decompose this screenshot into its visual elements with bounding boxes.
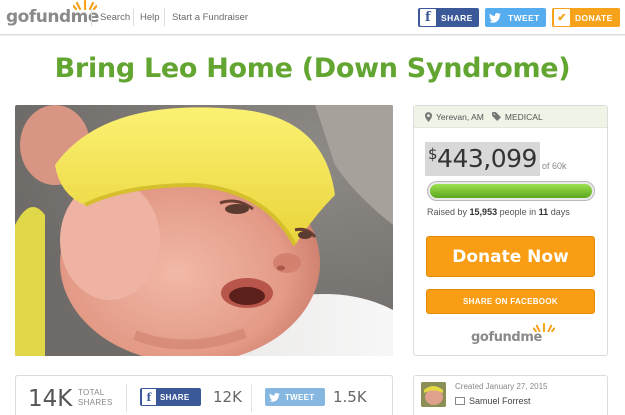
mail-icon xyxy=(455,397,465,405)
tweet-count: 1.5K xyxy=(333,388,367,406)
amount-row: $443,099 of 60k xyxy=(425,142,566,176)
logo-fund: fund xyxy=(28,7,71,27)
checkmark-icon: ✔ xyxy=(554,9,570,26)
amount-raised-value: 443,099 xyxy=(437,144,537,173)
campaign-title: Bring Leo Home (Down Syndrome) xyxy=(54,53,571,84)
tweet-button[interactable]: TWEET xyxy=(265,388,325,406)
people-label: people in xyxy=(499,207,537,217)
shares-divider xyxy=(251,384,252,412)
logo-me-text: me xyxy=(70,7,100,27)
facebook-share-count: 12K xyxy=(213,388,242,406)
panel-gofundme-logo: gofundme xyxy=(471,323,555,345)
campaign-category[interactable]: MEDICAL xyxy=(505,112,543,122)
panel-logo-me: me xyxy=(520,330,542,345)
location-pin-icon xyxy=(425,111,432,122)
twitter-icon xyxy=(267,389,281,405)
nav-search[interactable]: Search xyxy=(100,12,130,23)
progress-bar-fill xyxy=(430,184,592,198)
creator-name: Samuel Forrest xyxy=(469,396,531,406)
days-label: days xyxy=(550,207,570,217)
creator-info: Created January 27, 2015 Samuel Forrest xyxy=(413,375,608,415)
nav-help[interactable]: Help xyxy=(140,12,160,23)
creator-contact[interactable]: Samuel Forrest xyxy=(455,396,531,406)
total-shares-label: TOTAL SHARES xyxy=(78,388,113,408)
header-tweet-button[interactable]: TWEET xyxy=(485,8,546,27)
nav-divider xyxy=(133,8,134,26)
currency-symbol: $ xyxy=(428,145,438,163)
twitter-icon xyxy=(487,9,503,26)
days-count: 11 xyxy=(538,207,549,217)
campaign-meta: Yerevan, AM MEDICAL xyxy=(414,106,607,128)
goal-amount: of 60k xyxy=(541,161,567,171)
header-facebook-share-button[interactable]: f SHARE xyxy=(418,8,479,27)
amount-raised: $443,099 xyxy=(425,142,540,176)
gofundme-logo[interactable]: gofund me xyxy=(6,0,100,27)
logo-me: me xyxy=(70,0,100,27)
header-facebook-share-label: SHARE xyxy=(441,12,473,23)
panel-logo-go: go xyxy=(471,330,489,345)
donate-now-button[interactable]: Donate Now xyxy=(426,236,595,277)
avatar[interactable] xyxy=(421,382,446,407)
facebook-icon: f xyxy=(142,389,156,405)
header-tweet-label: TWEET xyxy=(508,12,540,23)
top-bar: gofund me Search Help Start a Fundraiser … xyxy=(0,0,625,35)
baby-photo-image xyxy=(15,105,393,356)
total-shares-count: 14K xyxy=(28,386,73,412)
facebook-share-button[interactable]: f SHARE xyxy=(140,388,201,406)
total-label-line1: TOTAL xyxy=(78,388,105,397)
logo-sun-icon xyxy=(72,0,97,10)
logo-go: go xyxy=(6,7,29,27)
people-count: 15,953 xyxy=(469,207,498,217)
progress-bar xyxy=(427,181,595,201)
campaign-location[interactable]: Yerevan, AM xyxy=(436,112,484,122)
nav-divider xyxy=(91,8,92,26)
share-on-facebook-button[interactable]: SHARE ON FACEBOOK xyxy=(426,289,595,314)
raised-summary: Raised by 15,953 people in 11 days xyxy=(427,207,570,217)
nav-start-fundraiser[interactable]: Start a Fundraiser xyxy=(172,12,248,23)
nav-divider xyxy=(164,8,165,26)
campaign-page: Bring Leo Home (Down Syndrome) Yerevan, … xyxy=(0,36,625,415)
campaign-photo[interactable] xyxy=(15,105,393,356)
shares-divider xyxy=(126,384,127,412)
facebook-icon: f xyxy=(420,9,436,26)
facebook-share-label: SHARE xyxy=(160,392,190,402)
header-donate-label: DONATE xyxy=(575,12,613,23)
donation-panel: Yerevan, AM MEDICAL $443,099 of 60k Rais… xyxy=(413,105,608,356)
tweet-label: TWEET xyxy=(285,392,315,402)
shares-summary: 14K TOTAL SHARES f SHARE 12K TWEET 1.5K xyxy=(15,375,393,415)
logo-sun-icon xyxy=(533,323,555,332)
tag-icon xyxy=(491,112,501,121)
total-label-line2: SHARES xyxy=(78,398,113,407)
raised-prefix: Raised by xyxy=(427,207,468,217)
panel-logo-fund: fund xyxy=(488,330,521,345)
header-donate-button[interactable]: ✔ DONATE xyxy=(552,8,620,27)
created-date: Created January 27, 2015 xyxy=(455,382,548,391)
